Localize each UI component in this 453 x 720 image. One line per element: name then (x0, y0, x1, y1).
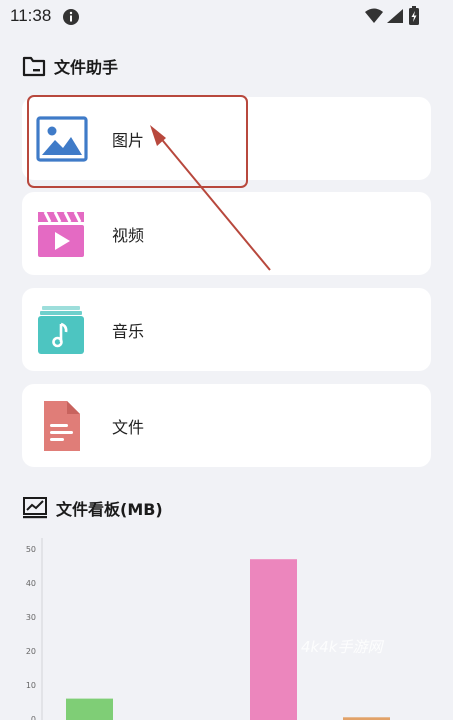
y-tick-label: 20 (26, 647, 36, 656)
y-tick-label: 10 (26, 681, 36, 690)
y-tick-label: 30 (26, 613, 36, 622)
chart-board-icon (23, 497, 47, 519)
y-tick-label: 40 (26, 579, 36, 588)
y-tick-label: 50 (26, 545, 36, 554)
chart-bar (66, 698, 113, 720)
file-board-chart: 50 40 30 20 10 0 (26, 538, 390, 720)
watermark-text: 4k4k手游网 (301, 638, 383, 656)
y-tick-label: 0 (31, 715, 36, 720)
chart-bar (250, 559, 297, 720)
board-section-header: 文件看板(MB) (22, 494, 163, 522)
board-section-title: 文件看板(MB) (56, 500, 163, 519)
